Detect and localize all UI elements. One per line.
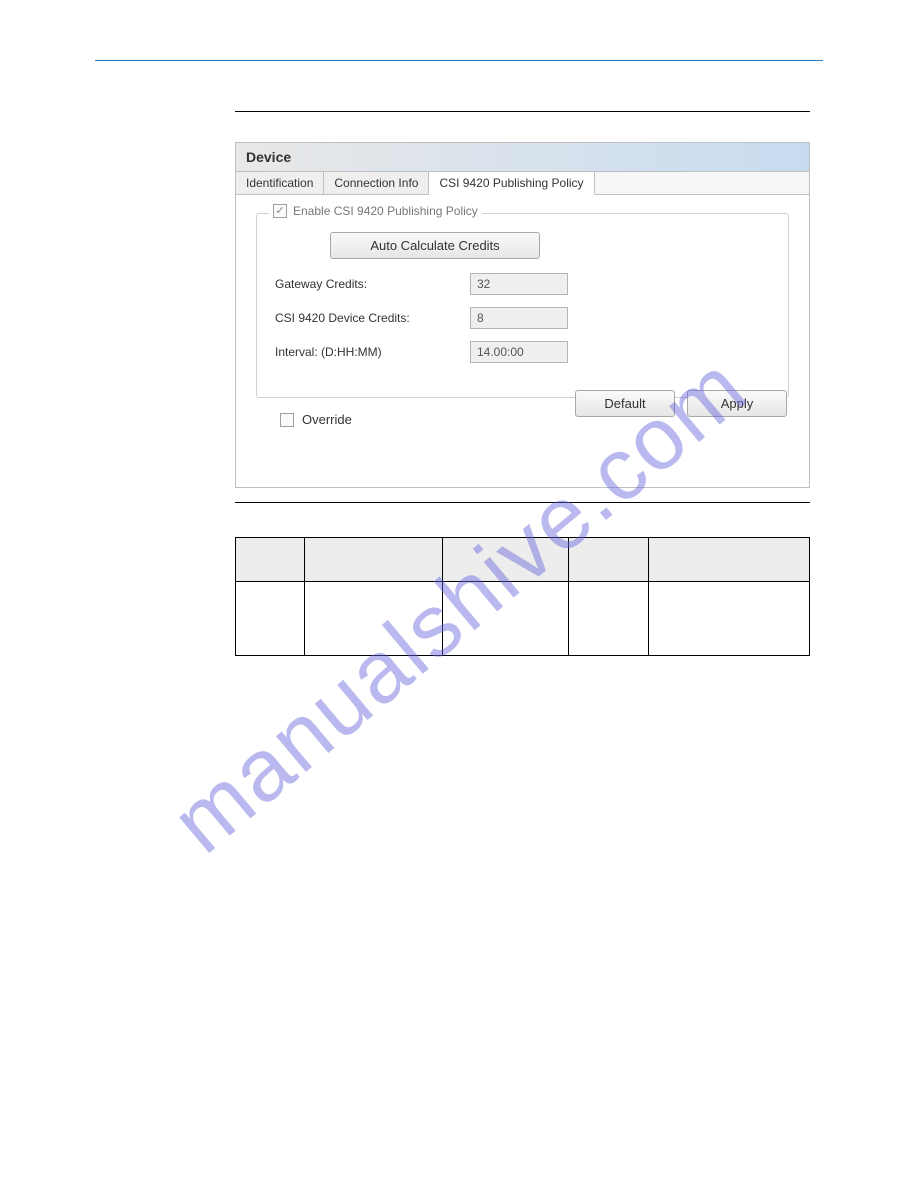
table-header-cell xyxy=(236,538,305,582)
table-header-cell xyxy=(304,538,442,582)
table-cell xyxy=(649,582,810,656)
override-checkbox[interactable]: ✓ xyxy=(280,413,294,427)
panel-title: Device xyxy=(236,143,809,172)
override-label: Override xyxy=(302,412,352,427)
table-header-row xyxy=(236,538,810,582)
fieldset-legend: ✓ Enable CSI 9420 Publishing Policy xyxy=(269,204,482,218)
interval-input[interactable] xyxy=(470,341,568,363)
action-buttons: Default Apply xyxy=(575,390,787,417)
table-cell xyxy=(442,582,568,656)
device-credits-input[interactable] xyxy=(470,307,568,329)
data-table xyxy=(235,537,810,656)
table-row xyxy=(236,582,810,656)
enable-policy-label: Enable CSI 9420 Publishing Policy xyxy=(293,204,478,218)
figure-bottom-rule xyxy=(235,502,810,503)
auto-calculate-button[interactable]: Auto Calculate Credits xyxy=(330,232,540,259)
enable-policy-checkbox[interactable]: ✓ xyxy=(273,204,287,218)
device-credits-label: CSI 9420 Device Credits: xyxy=(275,311,470,325)
tab-body: ✓ Enable CSI 9420 Publishing Policy Auto… xyxy=(236,195,809,487)
tab-identification[interactable]: Identification xyxy=(236,172,324,194)
device-credits-row: CSI 9420 Device Credits: xyxy=(275,307,770,329)
tab-connection-info[interactable]: Connection Info xyxy=(324,172,429,194)
default-button[interactable]: Default xyxy=(575,390,675,417)
figure-top-rule xyxy=(235,111,810,112)
table-cell xyxy=(568,582,648,656)
table-wrap xyxy=(235,537,810,656)
gateway-credits-row: Gateway Credits: xyxy=(275,273,770,295)
tab-publishing-policy[interactable]: CSI 9420 Publishing Policy xyxy=(429,172,594,195)
device-panel: Device Identification Connection Info CS… xyxy=(235,142,810,488)
interval-label: Interval: (D:HH:MM) xyxy=(275,345,470,359)
header-rule xyxy=(95,60,823,61)
table-header-cell xyxy=(568,538,648,582)
apply-button[interactable]: Apply xyxy=(687,390,787,417)
policy-fieldset: ✓ Enable CSI 9420 Publishing Policy Auto… xyxy=(256,213,789,398)
tabs-row: Identification Connection Info CSI 9420 … xyxy=(236,172,809,195)
table-header-cell xyxy=(649,538,810,582)
gateway-credits-label: Gateway Credits: xyxy=(275,277,470,291)
table-cell xyxy=(304,582,442,656)
table-header-cell xyxy=(442,538,568,582)
interval-row: Interval: (D:HH:MM) xyxy=(275,341,770,363)
table-cell xyxy=(236,582,305,656)
gateway-credits-input[interactable] xyxy=(470,273,568,295)
